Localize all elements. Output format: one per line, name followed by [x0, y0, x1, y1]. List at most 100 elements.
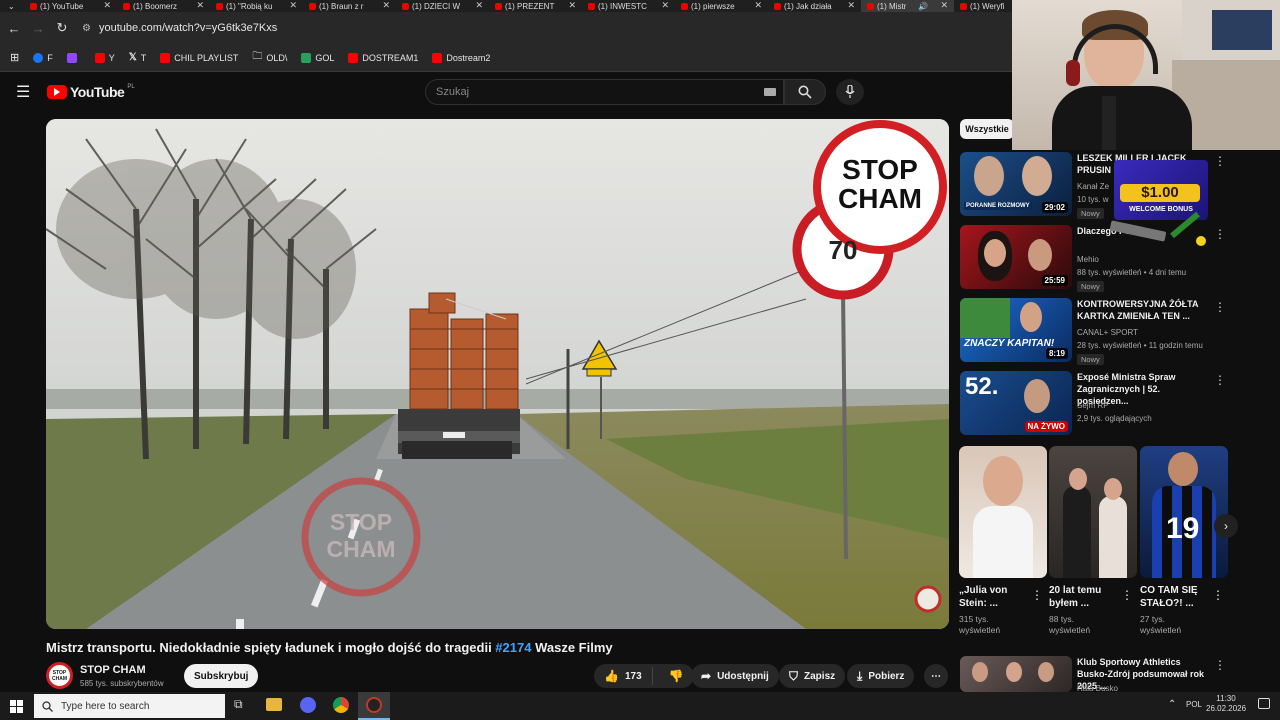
- recommendation-channel[interactable]: Mehio: [1077, 255, 1099, 264]
- speaker-icon[interactable]: 🔊: [918, 2, 928, 11]
- thumbs-down-icon: 👎: [668, 669, 684, 683]
- browser-tab[interactable]: (1) YouTube ✕: [24, 0, 117, 12]
- more-vertical-icon[interactable]: ⋮: [1031, 588, 1043, 602]
- video-thumbnail[interactable]: ZNACZY KAPITAN! 8:19: [960, 298, 1072, 362]
- dislike-button[interactable]: 👎: [659, 669, 694, 683]
- recommendation-item[interactable]: Klub Sportowy Athletics Busko-Zdrój pods…: [960, 656, 1230, 692]
- short-thumbnail[interactable]: [959, 446, 1047, 578]
- close-tab-icon[interactable]: ✕: [940, 0, 948, 11]
- short-title[interactable]: 20 lat temu byłem ...: [1049, 584, 1119, 610]
- tab-list-button[interactable]: ⌄: [0, 0, 24, 12]
- recommendation-channel[interactable]: Sejm RP: [1077, 401, 1109, 410]
- video-thumbnail[interactable]: 52. NA ŻYWO: [960, 371, 1072, 435]
- bookmark[interactable]: GOL: [301, 52, 334, 63]
- url-field[interactable]: ⚙ youtube.com/watch?v=yG6tk3e7Kxs: [82, 22, 277, 34]
- bookmark[interactable]: 𝕏T: [129, 52, 147, 63]
- close-tab-icon[interactable]: ✕: [289, 0, 297, 11]
- hashtag-link[interactable]: #2174: [495, 640, 531, 655]
- casino-ad-overlay[interactable]: $1.00 WELCOME BONUS: [1109, 160, 1208, 246]
- short-title[interactable]: CO TAM SIĘ STAŁO?! ...: [1140, 584, 1210, 610]
- back-arrow-icon[interactable]: ←: [2, 21, 26, 36]
- short-item[interactable]: „Julia von Stein: ... 315 tys. wyświetle…: [959, 446, 1047, 636]
- bookmark[interactable]: Dostream2: [432, 52, 490, 63]
- video-thumbnail[interactable]: [960, 656, 1072, 692]
- close-tab-icon[interactable]: ✕: [382, 0, 390, 11]
- more-vertical-icon[interactable]: ⋮: [1214, 300, 1226, 314]
- close-tab-icon[interactable]: ✕: [196, 0, 204, 11]
- reload-icon[interactable]: ↻: [50, 20, 74, 36]
- task-view-icon[interactable]: ⧉: [234, 697, 243, 712]
- bookmark[interactable]: DOSTREAM1: [348, 52, 418, 63]
- shorts-next-button[interactable]: ›: [1214, 514, 1238, 538]
- close-tab-icon[interactable]: ✕: [847, 0, 855, 11]
- close-tab-icon[interactable]: ✕: [754, 0, 762, 11]
- bookmark-folder[interactable]: 🗀 OLD\: [252, 49, 287, 66]
- keyboard-icon[interactable]: [764, 88, 776, 96]
- recommendation-channel[interactable]: Kanał Ze: [1077, 182, 1109, 191]
- short-item[interactable]: 19 CO TAM SIĘ STAŁO?! ... 27 tys. wyświe…: [1140, 446, 1228, 636]
- download-button[interactable]: ⤓ Pobierz: [847, 664, 915, 688]
- browser-tab[interactable]: (1) "Robią ku ✕: [210, 0, 303, 12]
- more-vertical-icon[interactable]: ⋮: [1214, 373, 1226, 387]
- notification-icon[interactable]: [1258, 698, 1270, 709]
- site-info-icon[interactable]: ⚙: [82, 23, 91, 34]
- bookmark[interactable]: F: [33, 52, 53, 63]
- recommendation-item[interactable]: 52. NA ŻYWO Exposé Ministra Spraw Zagran…: [960, 371, 1230, 437]
- menu-hamburger-icon[interactable]: ☰: [16, 82, 30, 102]
- file-explorer-icon[interactable]: [266, 698, 282, 711]
- youtube-logo[interactable]: YouTube PL: [47, 84, 135, 100]
- forward-arrow-icon[interactable]: →: [26, 21, 50, 36]
- clock[interactable]: 11:30 26.02.2026: [1206, 694, 1246, 714]
- browser-tab[interactable]: (1) PREZENT ✕: [489, 0, 582, 12]
- more-vertical-icon[interactable]: ⋮: [1214, 658, 1226, 672]
- short-item[interactable]: 20 lat temu byłem ... 88 tys. wyświetleń…: [1049, 446, 1137, 636]
- chevron-up-icon[interactable]: ⌃: [1168, 699, 1176, 710]
- video-thumbnail[interactable]: PORANNE ROZMOWY 29:02: [960, 152, 1072, 216]
- video-player[interactable]: 70 STOP CHAM STOP CHAM: [46, 119, 949, 629]
- browser-tab[interactable]: (1) pierwsze ✕: [675, 0, 768, 12]
- browser-tab[interactable]: (1) INWESTC ✕: [582, 0, 675, 12]
- save-button[interactable]: ⛉ Zapisz: [779, 664, 846, 688]
- start-button[interactable]: [0, 699, 32, 713]
- recommendation-channel[interactable]: Hala Busko: [1077, 684, 1118, 692]
- search-button[interactable]: [784, 79, 826, 105]
- short-title[interactable]: „Julia von Stein: ...: [959, 584, 1029, 610]
- browser-tab[interactable]: (1) DZIECI W ✕: [396, 0, 489, 12]
- more-vertical-icon[interactable]: ⋮: [1214, 227, 1226, 241]
- chip-all[interactable]: Wszystkie: [960, 119, 1014, 139]
- subscribe-button[interactable]: Subskrybuj: [184, 664, 259, 688]
- bookmark[interactable]: Y: [94, 52, 115, 63]
- like-button[interactable]: 👍 173: [594, 667, 653, 685]
- more-vertical-icon[interactable]: ⋮: [1214, 154, 1226, 168]
- close-tab-icon[interactable]: ✕: [475, 0, 483, 11]
- voice-search-button[interactable]: [836, 79, 864, 105]
- browser-tab[interactable]: (1) Boomerz ✕: [117, 0, 210, 12]
- apps-grid-icon[interactable]: ⊞: [10, 51, 19, 64]
- channel-avatar[interactable]: STOP CHAM: [46, 662, 73, 689]
- recommendation-item[interactable]: ZNACZY KAPITAN! 8:19 KONTROWERSYJNA ŻÓŁT…: [960, 298, 1230, 365]
- video-thumbnail[interactable]: 25:59: [960, 225, 1072, 289]
- close-tab-icon[interactable]: ✕: [103, 0, 111, 11]
- recommendation-channel[interactable]: CANAL+ SPORT: [1077, 328, 1138, 337]
- taskbar-search-input[interactable]: Type here to search: [34, 694, 225, 718]
- browser-tab-active[interactable]: (1) Mistr 🔊 ✕: [861, 0, 954, 12]
- discord-icon[interactable]: [300, 697, 316, 713]
- bookmark[interactable]: CHIL PLAYLIST: [160, 52, 238, 63]
- close-tab-icon[interactable]: ✕: [568, 0, 576, 11]
- short-thumbnail[interactable]: 19: [1140, 446, 1228, 578]
- more-actions-button[interactable]: ⋯: [924, 664, 948, 688]
- recommendation-title[interactable]: KONTROWERSYJNA ŻÓŁTA KARTKA ZMIENIŁA TEN…: [1077, 298, 1212, 322]
- language-indicator[interactable]: POL: [1186, 700, 1202, 709]
- chrome-icon[interactable]: [333, 697, 349, 713]
- channel-name[interactable]: STOP CHAM: [80, 664, 146, 676]
- short-thumbnail[interactable]: [1049, 446, 1137, 578]
- browser-tab[interactable]: (1) Braun z r ✕: [303, 0, 396, 12]
- share-button[interactable]: ➦ Udostępnij: [691, 664, 779, 688]
- more-vertical-icon[interactable]: ⋮: [1212, 588, 1224, 602]
- browser-tab[interactable]: (1) Jak działa ✕: [768, 0, 861, 12]
- more-vertical-icon[interactable]: ⋮: [1121, 588, 1133, 602]
- bookmark[interactable]: [66, 52, 81, 63]
- search-input[interactable]: Szukaj: [425, 79, 784, 105]
- taskbar-app-active[interactable]: [358, 692, 390, 720]
- close-tab-icon[interactable]: ✕: [661, 0, 669, 11]
